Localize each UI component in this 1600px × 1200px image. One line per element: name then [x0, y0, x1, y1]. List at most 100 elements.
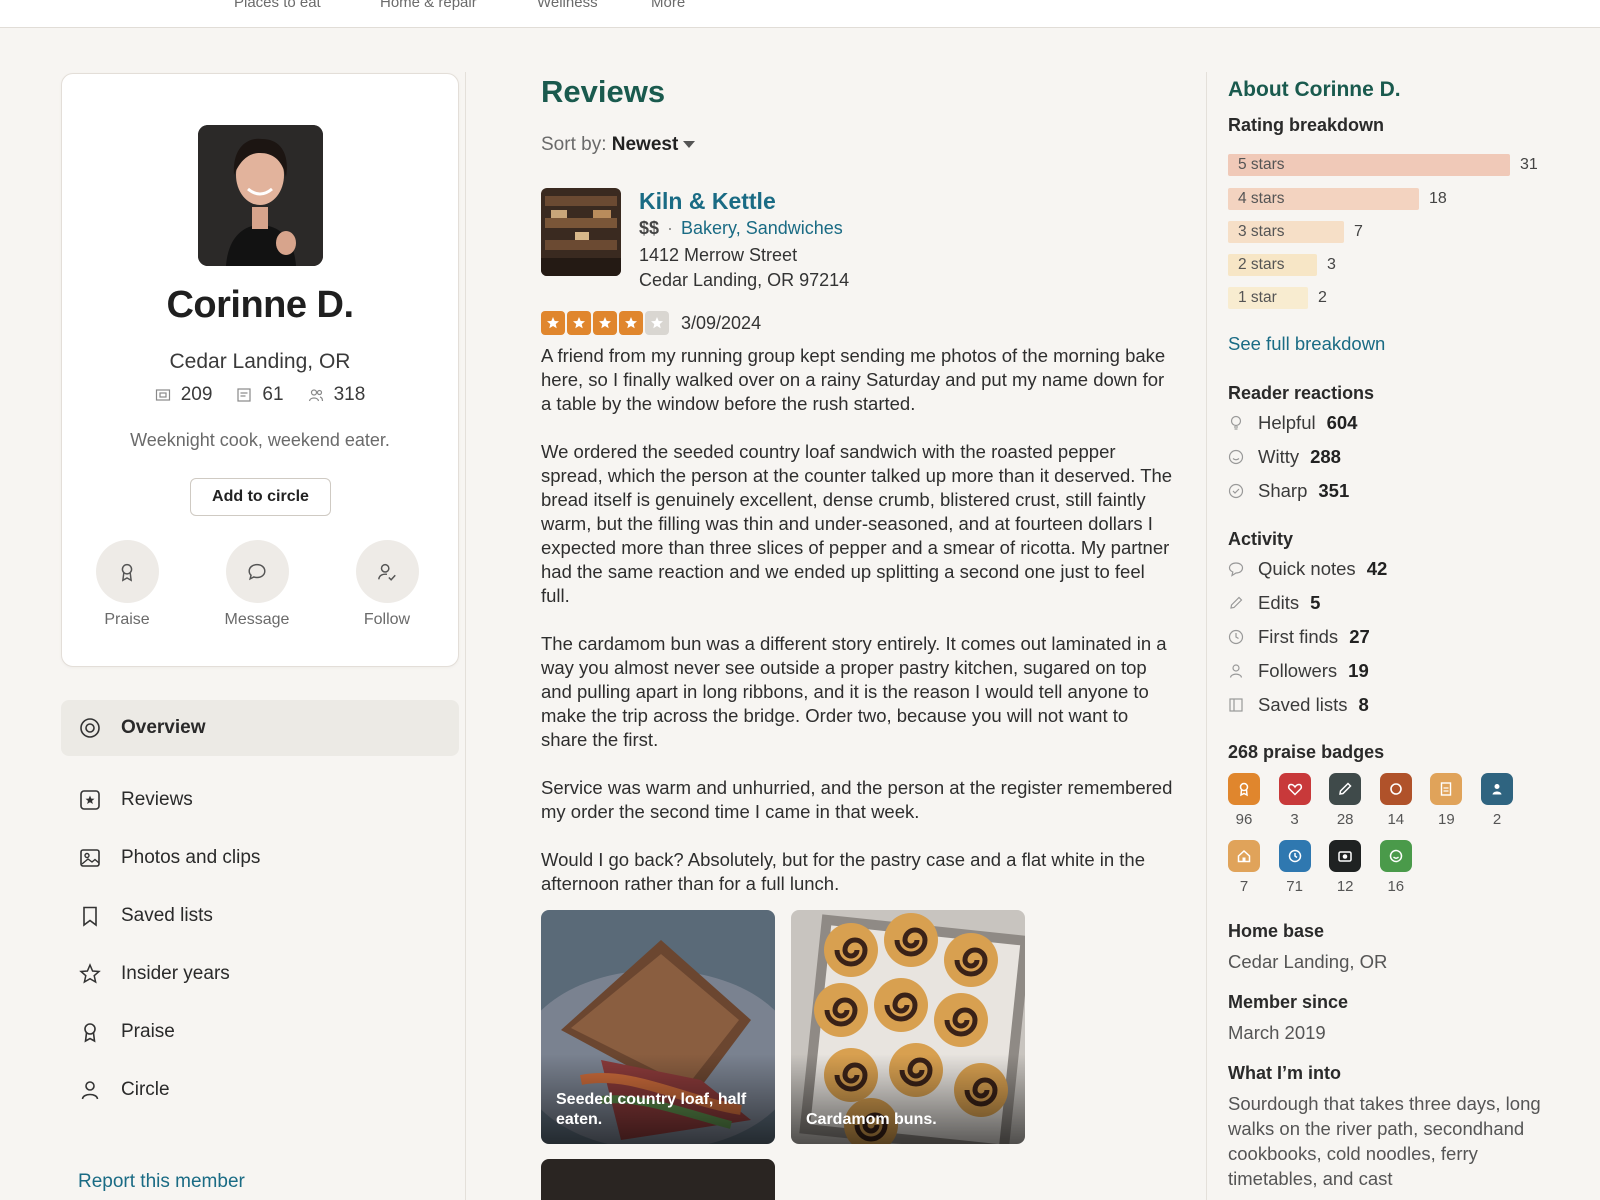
- activity-label: Edits: [1258, 592, 1300, 613]
- sort-value: Newest: [611, 134, 679, 155]
- reader-reactions-title: Reader reactions: [1228, 383, 1375, 403]
- nav-item-label: Saved lists: [121, 905, 213, 926]
- reaction-label: Witty: [1258, 446, 1300, 467]
- profile-nav: Overview Reviews Photos and clips Saved …: [61, 700, 459, 1119]
- business-price: $$: [639, 218, 660, 238]
- separator-dot: ·: [667, 218, 674, 238]
- nav-item-circle[interactable]: Circle: [61, 1061, 459, 1119]
- photo-caption: Cardamom buns.: [806, 1111, 937, 1128]
- see-full-breakdown-link[interactable]: See full breakdown: [1228, 333, 1385, 355]
- smile-icon: [1228, 449, 1244, 465]
- member-since-title: Member since: [1228, 992, 1349, 1012]
- rating-count: 3: [1327, 256, 1336, 273]
- bookmark-icon: [83, 906, 97, 927]
- message-button[interactable]: [225, 540, 289, 603]
- pencil-icon: [1230, 596, 1243, 609]
- circle-icon: [1379, 773, 1412, 805]
- praise-badge[interactable]: 28: [1329, 773, 1362, 828]
- clock-icon: [1228, 629, 1244, 645]
- profile-name: Corinne D.: [166, 284, 354, 326]
- document-icon: [1430, 773, 1463, 805]
- rating-row: 2 stars 3: [1228, 254, 1336, 276]
- activity-label: First finds: [1258, 626, 1339, 647]
- stat-reviews: 61: [236, 384, 284, 406]
- business-categories-link[interactable]: Bakery, Sandwiches: [681, 218, 843, 238]
- praise-button[interactable]: [95, 540, 159, 603]
- business-name-link[interactable]: Kiln & Kettle: [639, 188, 776, 215]
- nav-wellness[interactable]: Wellness: [537, 0, 598, 11]
- nav-item-praise[interactable]: Praise: [61, 1003, 459, 1061]
- star-icon: [541, 311, 565, 335]
- nav-home-repair[interactable]: Home & repair: [380, 0, 477, 11]
- business-address: 1412 Merrow Street Cedar Landing, OR 972…: [639, 243, 849, 293]
- star-icon: [79, 963, 101, 984]
- praise-badge[interactable]: 19: [1430, 773, 1463, 828]
- review-photo-3[interactable]: [541, 1159, 775, 1200]
- activity-quick-notes: Quick notes 42: [1228, 558, 1387, 580]
- add-to-circle-button[interactable]: Add to circle: [190, 478, 331, 516]
- check-circle-icon: [1228, 483, 1244, 499]
- nav-item-saved-lists[interactable]: Saved lists: [61, 887, 459, 945]
- praise-badge[interactable]: 71: [1278, 840, 1311, 895]
- rating-bar: 2 stars: [1228, 254, 1317, 276]
- praise-badge[interactable]: 7: [1228, 840, 1260, 895]
- praise-badge[interactable]: 14: [1379, 773, 1412, 828]
- star-box-icon: [80, 790, 100, 810]
- nav-more[interactable]: More: [651, 0, 685, 11]
- member-since-value: March 2019: [1228, 1022, 1326, 1043]
- praise-badge[interactable]: 3: [1278, 773, 1311, 828]
- praise-action[interactable]: Praise: [77, 540, 177, 629]
- review-photo-sandwich[interactable]: Seeded country loaf, half eaten.: [541, 910, 775, 1144]
- nav-item-insider-years[interactable]: Insider years: [61, 945, 459, 1003]
- person-icon: [1481, 773, 1513, 805]
- star-icon: [567, 311, 591, 335]
- rating-bar: 5 stars: [1228, 154, 1510, 176]
- reaction-value: 351: [1318, 480, 1350, 501]
- person-icon: [81, 1081, 99, 1100]
- nav-item-overview[interactable]: Overview: [61, 700, 459, 756]
- star-icon: [645, 311, 669, 335]
- stat-friends-count: 318: [333, 384, 366, 405]
- caption-shade: [791, 1054, 1025, 1144]
- rating-row: 1 star 2: [1228, 287, 1327, 309]
- heart-icon: [1278, 773, 1311, 805]
- follow-action[interactable]: Follow: [337, 540, 437, 629]
- badge-count: 12: [1336, 878, 1354, 895]
- activity-label: Followers: [1258, 660, 1338, 681]
- house-icon: [1228, 840, 1260, 872]
- rating-count: 7: [1354, 223, 1363, 240]
- reaction-label: Sharp: [1258, 480, 1308, 501]
- activity-value: 27: [1349, 626, 1370, 647]
- stat-photos: 209: [155, 384, 212, 406]
- sort-dropdown[interactable]: Sort by: Newest: [541, 134, 696, 156]
- nav-item-photos[interactable]: Photos and clips: [61, 829, 459, 887]
- report-member-link[interactable]: Report this member: [78, 1171, 245, 1193]
- rating-label: 3 stars: [1238, 223, 1285, 240]
- activity-saved-lists: Saved lists 8: [1228, 694, 1369, 716]
- review-paragraph: A friend from my running group kept send…: [541, 345, 1166, 414]
- business-thumbnail[interactable]: [541, 188, 621, 276]
- rating-label: 4 stars: [1238, 190, 1285, 207]
- reaction-value: 288: [1310, 446, 1341, 467]
- praise-badge[interactable]: 16: [1379, 840, 1412, 895]
- praise-badge[interactable]: 2: [1481, 773, 1513, 828]
- follow-person-icon: [378, 563, 396, 581]
- ribbon-icon: [121, 563, 133, 582]
- camera-icon: [1329, 840, 1362, 872]
- nav-item-label: Praise: [121, 1021, 175, 1042]
- badge-count: 19: [1438, 811, 1455, 828]
- rating-label: 5 stars: [1238, 156, 1285, 173]
- praise-badge[interactable]: 12: [1329, 840, 1362, 895]
- home-base-value: Cedar Landing, OR: [1228, 951, 1388, 972]
- badge-count: 14: [1387, 811, 1405, 828]
- message-action[interactable]: Message: [207, 540, 307, 629]
- nav-item-reviews[interactable]: Reviews: [61, 771, 459, 829]
- avatar[interactable]: [198, 125, 323, 266]
- review-photo-buns[interactable]: Cardamom buns.: [791, 910, 1025, 1144]
- smile-icon: [1379, 840, 1412, 872]
- praise-badge[interactable]: 96: [1228, 773, 1260, 828]
- follow-button[interactable]: [355, 540, 419, 603]
- rating-row: 3 stars 7: [1228, 221, 1363, 243]
- nav-places-to-eat[interactable]: Places to eat: [234, 0, 321, 11]
- review-paragraph: The cardamom bun was a different story e…: [541, 633, 1167, 750]
